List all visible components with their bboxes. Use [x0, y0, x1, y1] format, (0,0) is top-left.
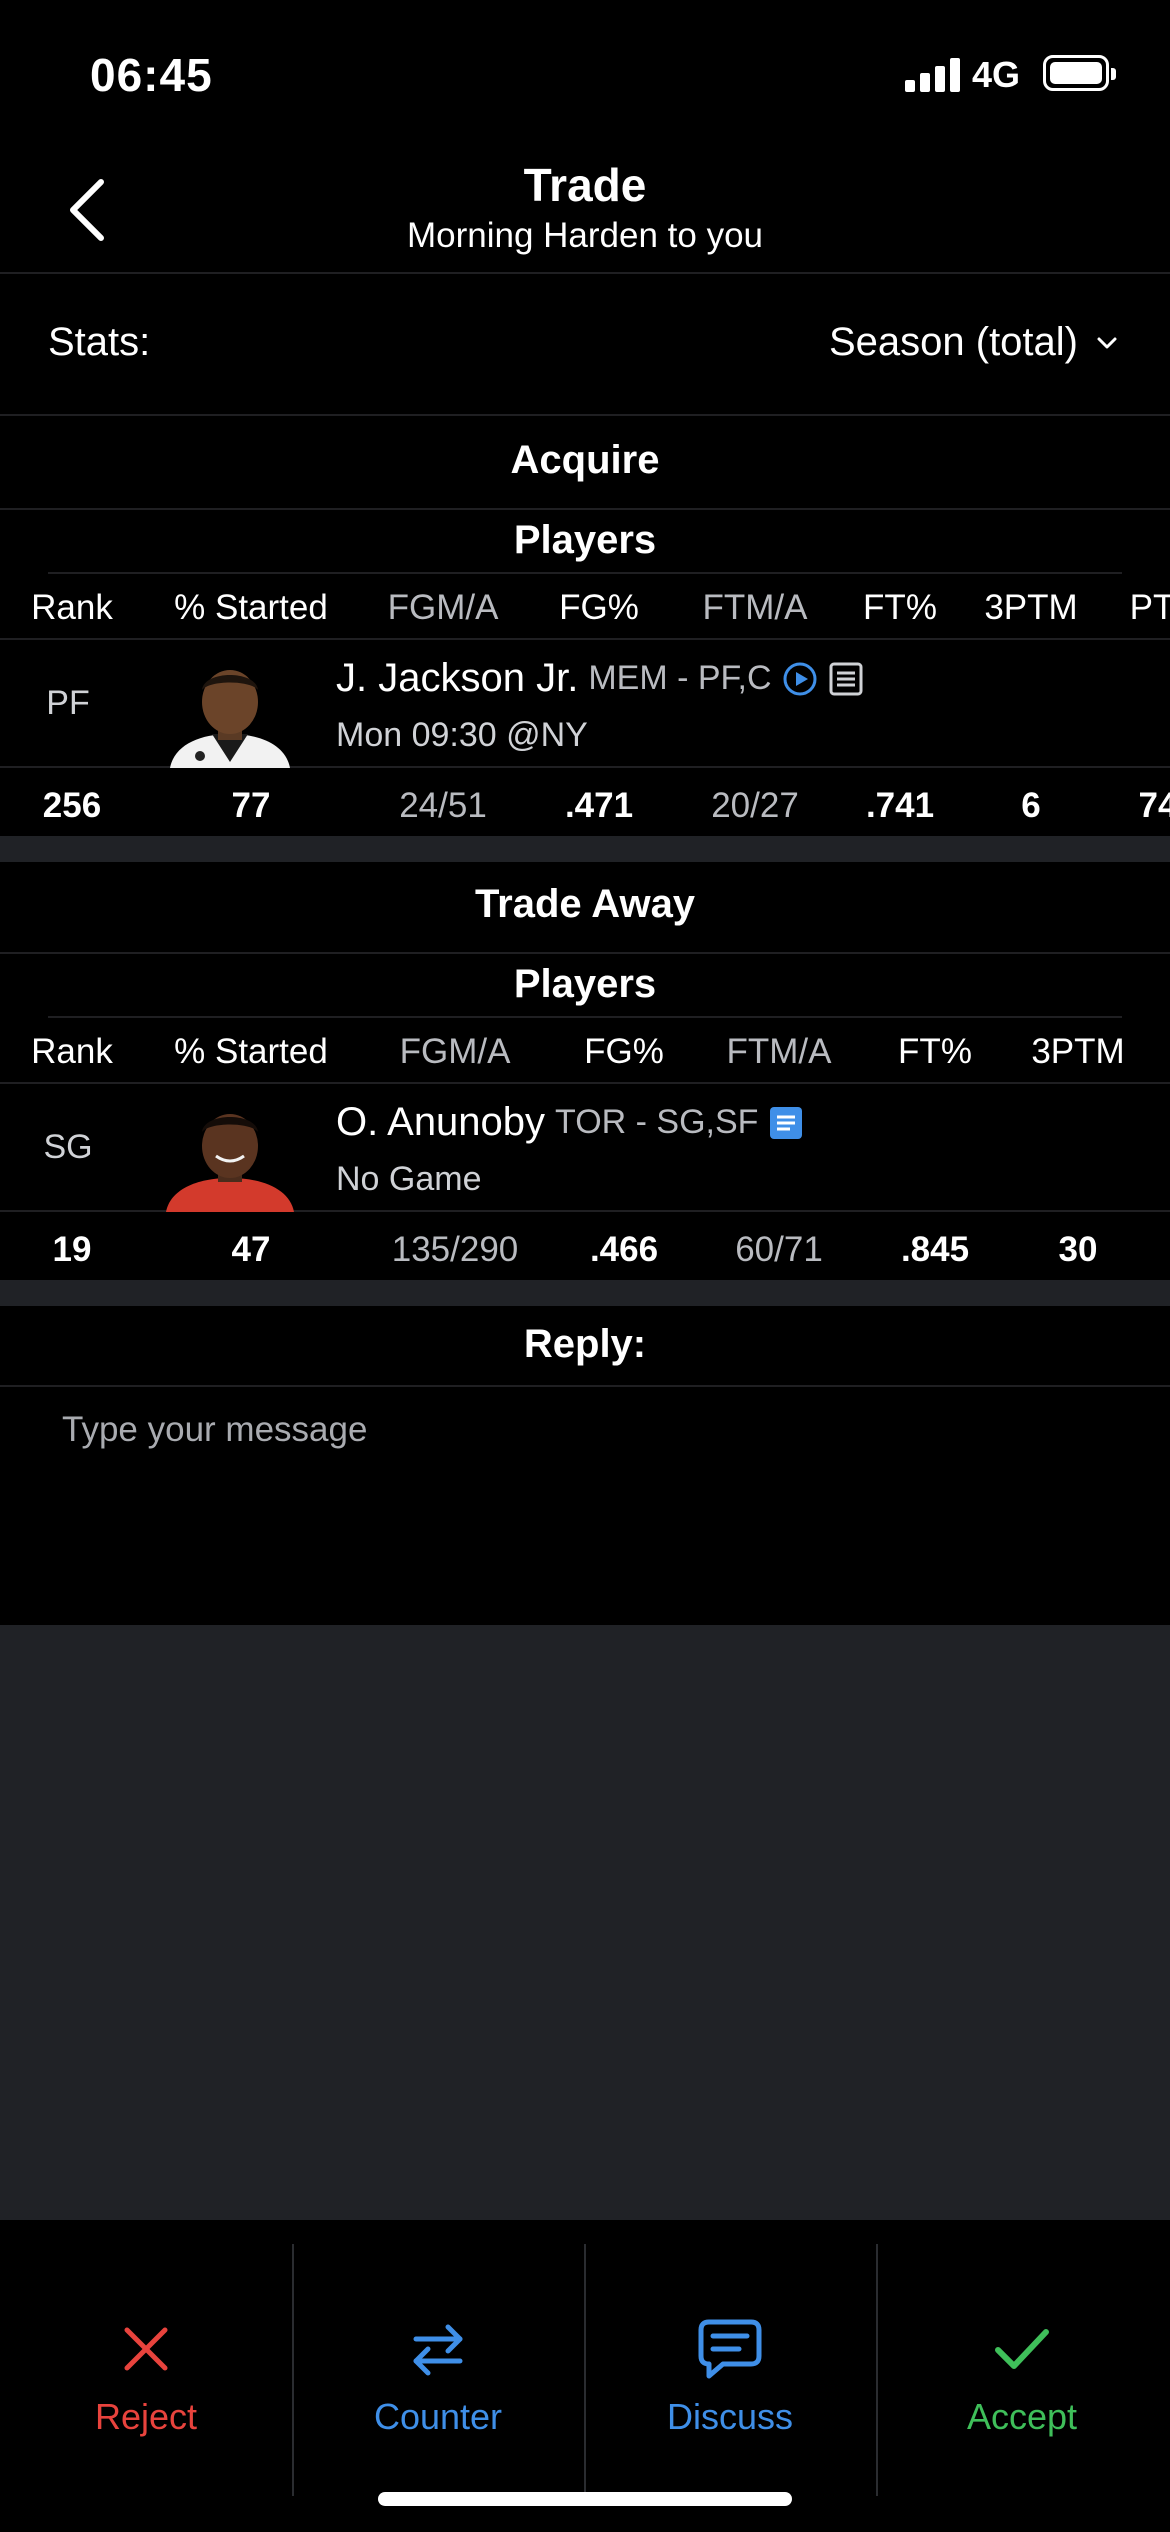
stats-label: Stats: — [48, 320, 151, 364]
checkmark-icon — [995, 2329, 1049, 2369]
acquire-column-headers: Rank % Started FGM/A FG% FTM/A FT% 3PTM … — [0, 578, 1170, 638]
column-header-fgma[interactable]: FGM/A — [388, 588, 499, 628]
player-name[interactable]: J. Jackson Jr. — [336, 656, 578, 701]
stat-pts: 74 — [1138, 786, 1170, 825]
accept-label: Accept — [966, 2396, 1078, 2437]
player-game-info: No Game — [336, 1160, 482, 1198]
notes-icon[interactable] — [828, 661, 864, 697]
column-header-ftpct[interactable]: FT% — [898, 1032, 972, 1072]
counter-button[interactable]: Counter — [292, 2220, 584, 2470]
player-team-position: TOR - SG,SF — [555, 1103, 759, 1141]
column-header-ftma[interactable]: FTM/A — [727, 1032, 832, 1072]
chat-bubble-icon — [698, 2319, 762, 2379]
trade-away-player-row[interactable]: SG O. Anunoby TOR - SG,SF No Game — [0, 1082, 1170, 1212]
column-header-ftma[interactable]: FTM/A — [703, 588, 808, 628]
divider — [0, 508, 1170, 510]
section-gap — [0, 1280, 1170, 1306]
close-icon — [124, 2327, 168, 2371]
player-game-info: Mon 09:30 @NY — [336, 716, 588, 754]
stat-3ptm: 6 — [1021, 786, 1041, 825]
column-header-rank[interactable]: Rank — [31, 1032, 113, 1072]
play-video-icon[interactable] — [782, 661, 818, 697]
notes-icon[interactable] — [768, 1105, 804, 1141]
chevron-down-icon — [1097, 337, 1117, 348]
column-header-3ptm[interactable]: 3PTM — [984, 588, 1077, 628]
column-header-rank[interactable]: Rank — [31, 588, 113, 628]
player-position: SG — [43, 1128, 93, 1166]
divider — [48, 572, 1122, 574]
accept-button[interactable]: Accept — [876, 2220, 1168, 2470]
player-name[interactable]: O. Anunoby — [336, 1100, 545, 1145]
player-position: PF — [46, 684, 90, 722]
empty-area — [0, 1625, 1170, 2220]
player-team-position: MEM - PF,C — [588, 659, 772, 697]
acquire-player-row[interactable]: PF J. Jackson Jr. MEM - PF,C Mon 09:30 @… — [0, 638, 1170, 768]
stat-started: 77 — [231, 786, 271, 825]
acquire-players-title: Players — [513, 518, 657, 562]
page-title: Trade — [523, 159, 647, 211]
signal-icon — [905, 58, 961, 92]
reply-title: Reply: — [523, 1322, 647, 1366]
stat-rank: 19 — [52, 1230, 92, 1269]
player-avatar[interactable] — [160, 662, 300, 768]
column-header-pts[interactable]: PT — [1130, 588, 1170, 628]
trade-away-stat-values: 19 47 135/290 .466 60/71 .845 30 — [0, 1218, 1170, 1280]
discuss-button[interactable]: Discuss — [584, 2220, 876, 2470]
stat-fgma: 135/290 — [391, 1230, 519, 1269]
action-toolbar: Reject Counter Discuss Accept — [0, 2220, 1170, 2532]
column-header-started[interactable]: % Started — [174, 588, 328, 628]
stat-ftpct: .741 — [865, 786, 935, 825]
status-bar: 06:45 4G — [0, 0, 1170, 140]
swap-arrows-icon — [413, 2324, 463, 2376]
column-header-ftpct[interactable]: FT% — [863, 588, 937, 628]
trade-away-players-title: Players — [513, 962, 657, 1006]
stat-ftma: 20/27 — [711, 786, 799, 825]
acquire-section-title: Acquire — [510, 438, 660, 482]
divider — [0, 952, 1170, 954]
player-avatar[interactable] — [160, 1106, 300, 1212]
battery-icon — [1043, 55, 1116, 91]
home-indicator[interactable] — [378, 2492, 792, 2506]
reject-button[interactable]: Reject — [0, 2220, 292, 2470]
column-header-3ptm[interactable]: 3PTM — [1031, 1032, 1124, 1072]
player-info: J. Jackson Jr. MEM - PF,C — [336, 656, 864, 701]
discuss-label: Discuss — [666, 2396, 794, 2437]
stat-3ptm: 30 — [1058, 1230, 1098, 1269]
trade-away-column-headers: Rank % Started FGM/A FG% FTM/A FT% 3PTM — [0, 1022, 1170, 1082]
divider — [0, 1385, 1170, 1387]
stat-fgpct: .466 — [589, 1230, 659, 1269]
column-header-started[interactable]: % Started — [174, 1032, 328, 1072]
stat-ftpct: .845 — [900, 1230, 970, 1269]
page-subtitle: Morning Harden to you — [406, 216, 764, 255]
stat-started: 47 — [231, 1230, 271, 1269]
player-info: O. Anunoby TOR - SG,SF — [336, 1100, 804, 1145]
status-time: 06:45 — [90, 49, 213, 101]
column-header-fgpct[interactable]: FG% — [559, 588, 639, 628]
stat-ftma: 60/71 — [735, 1230, 823, 1269]
stat-rank: 256 — [42, 786, 102, 825]
nav-bar: Trade Morning Harden to you — [0, 140, 1170, 274]
stat-fgma: 24/51 — [399, 786, 487, 825]
network-type: 4G — [972, 54, 1021, 95]
stats-period-value: Season (total) — [828, 320, 1078, 364]
divider — [48, 1016, 1122, 1018]
stats-row: Stats: Season (total) — [0, 276, 1170, 416]
counter-label: Counter — [373, 2396, 503, 2437]
reject-label: Reject — [94, 2396, 198, 2437]
trade-away-section-title: Trade Away — [474, 882, 696, 926]
column-header-fgpct[interactable]: FG% — [584, 1032, 664, 1072]
reply-message-input[interactable]: Type your message — [62, 1410, 367, 1450]
stat-fgpct: .471 — [564, 786, 634, 825]
column-header-fgma[interactable]: FGM/A — [400, 1032, 511, 1072]
stats-period-select[interactable]: Season (total) — [829, 320, 1118, 365]
acquire-stat-values: 256 77 24/51 .471 20/27 .741 6 74 — [0, 774, 1170, 836]
section-gap — [0, 836, 1170, 862]
